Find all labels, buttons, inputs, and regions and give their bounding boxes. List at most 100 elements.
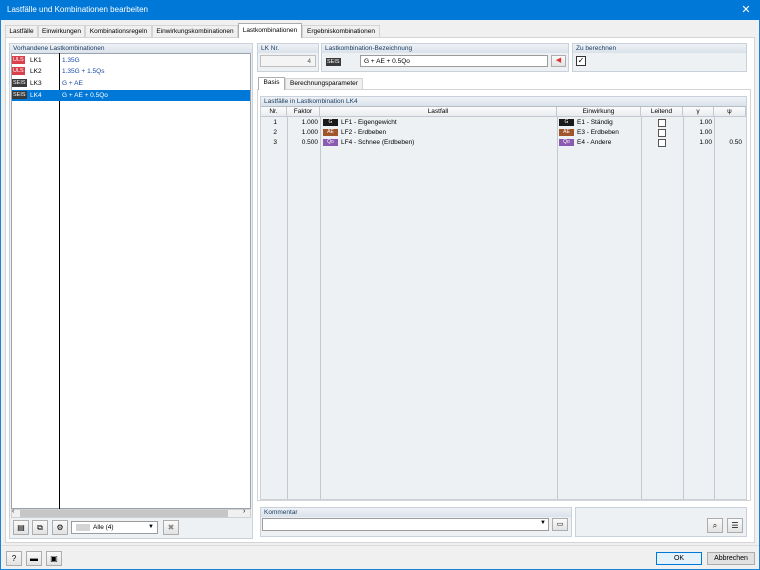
einwirkung-name: E1 - Ständig: [577, 119, 613, 126]
seis-badge: SEIS: [12, 91, 27, 99]
filter-value: Alle (4): [93, 524, 114, 531]
chevron-down-icon: ▼: [148, 524, 154, 530]
close-button[interactable]: ✕: [732, 0, 760, 20]
loadcases-table: [261, 106, 746, 499]
generate-button[interactable]: ⚙: [52, 520, 68, 535]
new-combination-button[interactable]: ▤: [13, 520, 29, 535]
einwirkung-name: E3 - Erdbeben: [577, 129, 619, 136]
uls-badge: ULS: [12, 56, 25, 64]
list-item[interactable]: SEIS LK3 G + AE: [12, 78, 250, 89]
table-settings-button[interactable]: ☰: [727, 518, 743, 533]
generate-icon: ⚙: [56, 523, 64, 532]
lk-nr-field[interactable]: 4: [260, 55, 316, 67]
cell-einwirkung[interactable]: AE E3 - Erdbeben: [559, 128, 639, 138]
delete-icon: ✖: [167, 523, 175, 532]
cancel-button[interactable]: Abbrechen: [707, 552, 755, 565]
lastfall-name: LF2 - Erdbeben: [341, 129, 387, 136]
cell-gamma[interactable]: 1.00: [683, 128, 712, 138]
cell-psi[interactable]: [714, 128, 742, 138]
cell-faktor[interactable]: 1.000: [287, 118, 318, 128]
cell-psi[interactable]: [714, 118, 742, 128]
chip-qo: Qo: [559, 138, 574, 146]
col-header-lastfall: Lastfall: [320, 107, 557, 117]
bezeichnung-input[interactable]: G + AE + 0.5Qo: [360, 55, 548, 67]
cell-nr[interactable]: 1: [261, 118, 277, 128]
bezeichnung-label: Lastkombination-Bezeichnung: [322, 44, 568, 53]
save-icon: ▣: [50, 554, 58, 563]
column-divider: [320, 117, 321, 499]
cell-einwirkung[interactable]: G E1 - Ständig: [559, 118, 639, 128]
list-item[interactable]: ULS LK1 1.35G: [12, 55, 250, 66]
column-divider: [557, 117, 558, 499]
cell-nr[interactable]: 2: [261, 128, 277, 138]
list-item-selected[interactable]: SEIS LK4 G + AE + 0.5Qo: [12, 90, 250, 101]
cell-faktor[interactable]: 0.500: [287, 138, 318, 148]
combinations-header: Vorhandene Lastkombinationen: [10, 44, 252, 53]
calculate-group: Zu berechnen: [572, 43, 747, 72]
combination-name: LK2: [30, 68, 42, 75]
delete-button[interactable]: ✖: [163, 520, 179, 535]
ok-button[interactable]: OK: [656, 552, 702, 565]
combination-desc: G + AE: [62, 80, 83, 87]
cell-einwirkung[interactable]: Qo E4 - Andere: [559, 138, 639, 148]
calculate-checkbox[interactable]: ✓: [576, 56, 586, 66]
list-item[interactable]: ULS LK2 1.35G + 1.5Qs: [12, 66, 250, 77]
calculate-label: Zu berechnen: [573, 44, 746, 53]
scroll-right-icon[interactable]: ›: [243, 508, 245, 515]
combination-name: LK4: [30, 92, 42, 99]
folder-icon: ▬: [30, 554, 38, 563]
tab-kombinationsregeln[interactable]: Kombinationsregeln: [85, 25, 152, 37]
tab-berechnungsparameter[interactable]: Berechnungsparameter: [285, 78, 363, 89]
scroll-left-icon[interactable]: ‹: [12, 508, 14, 515]
combination-desc: 1.35G: [62, 57, 80, 64]
leitend-checkbox[interactable]: [658, 129, 666, 137]
chevron-down-icon[interactable]: ▼: [540, 520, 546, 526]
bezeichnung-edit-button[interactable]: ◀: [551, 55, 566, 67]
combinations-list[interactable]: [11, 53, 251, 509]
scrollbar-thumb[interactable]: [20, 510, 228, 517]
cell-psi[interactable]: 0.50: [714, 138, 742, 148]
chip-g: G: [559, 118, 574, 126]
save-button[interactable]: ▣: [46, 551, 62, 566]
leitend-checkbox[interactable]: [658, 119, 666, 127]
leitend-checkbox[interactable]: [658, 139, 666, 147]
help-button[interactable]: ?: [6, 551, 22, 566]
tab-ergebniskombinationen[interactable]: Ergebniskombinationen: [302, 25, 380, 37]
cell-lastfall[interactable]: Qo LF4 - Schnee (Erdbeben): [323, 138, 553, 148]
cell-nr[interactable]: 3: [261, 138, 277, 148]
comment-input[interactable]: [262, 518, 549, 531]
open-button[interactable]: ▬: [26, 551, 42, 566]
tab-lastfaelle[interactable]: Lastfälle: [5, 25, 38, 37]
copy-combination-button[interactable]: ⧉: [32, 520, 48, 535]
filter-select[interactable]: Alle (4) ▼: [71, 521, 158, 534]
uls-badge: ULS: [12, 67, 25, 75]
chip-g: G: [323, 118, 338, 126]
lastfall-name: LF4 - Schnee (Erdbeben): [341, 139, 415, 146]
lk-nr-label: LK Nr.: [258, 44, 318, 53]
tab-lastkombinationen[interactable]: Lastkombinationen: [238, 23, 302, 38]
comment-edit-button[interactable]: ▭: [552, 518, 568, 531]
table-search-button[interactable]: ⌕: [707, 518, 723, 533]
tab-basis[interactable]: Basis: [258, 77, 285, 90]
chip-ae: AE: [323, 128, 338, 136]
cell-lastfall[interactable]: G LF1 - Eigengewicht: [323, 118, 553, 128]
tab-einwirkungen[interactable]: Einwirkungen: [38, 25, 85, 37]
cell-gamma[interactable]: 1.00: [683, 118, 712, 128]
cell-gamma[interactable]: 1.00: [683, 138, 712, 148]
search-icon: ⌕: [712, 521, 718, 530]
list-divider: [59, 53, 60, 509]
col-header-psi: ψ: [714, 107, 746, 117]
combination-desc: G + AE + 0.5Qo: [62, 92, 108, 99]
cell-faktor[interactable]: 1.000: [287, 128, 318, 138]
lastfall-name: LF1 - Eigengewicht: [341, 119, 397, 126]
cell-lastfall[interactable]: AE LF2 - Erdbeben: [323, 128, 553, 138]
combination-desc: 1.35G + 1.5Qs: [62, 68, 105, 75]
bottom-divider: [1, 545, 759, 546]
combination-name: LK3: [30, 80, 42, 87]
comment-label: Kommentar: [261, 508, 571, 517]
chip-ae: AE: [559, 128, 574, 136]
chip-qo: Qo: [323, 138, 338, 146]
einwirkung-name: E4 - Andere: [577, 139, 612, 146]
tab-einwirkungskombinationen[interactable]: Einwirkungskombinationen: [152, 25, 238, 37]
new-icon: ▤: [17, 523, 25, 532]
